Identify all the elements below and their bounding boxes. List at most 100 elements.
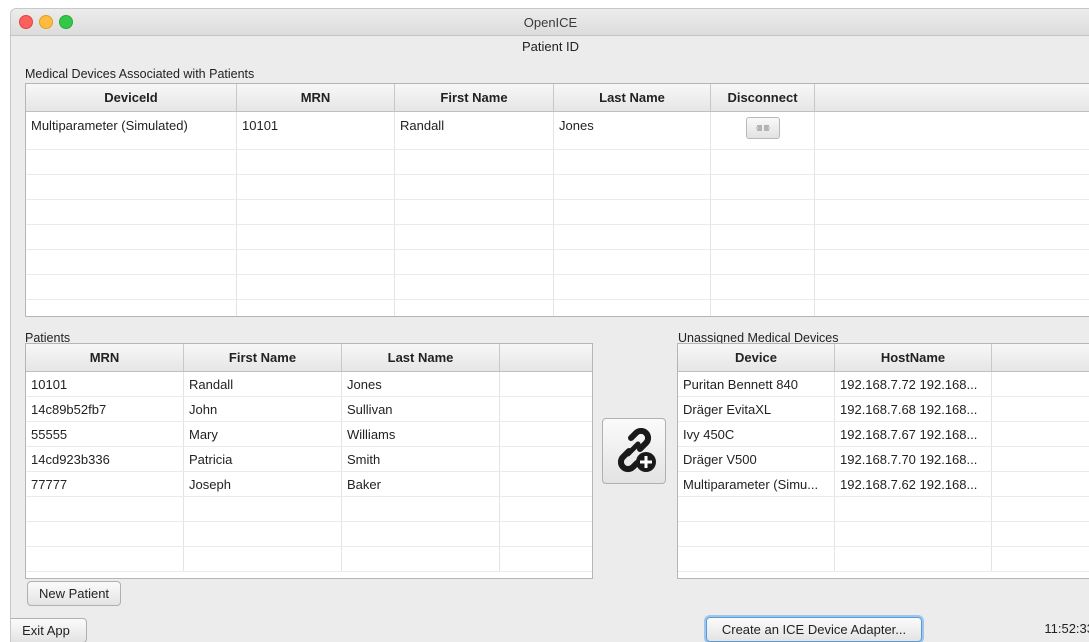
- empty-cell: [815, 225, 1089, 249]
- associated-devices-label: Medical Devices Associated with Patients: [25, 67, 255, 81]
- table-row[interactable]: Multiparameter (Simulated) 10101 Randall…: [26, 112, 1089, 150]
- table-header: DeviceId MRN First Name Last Name Discon…: [26, 84, 1089, 112]
- cell-last-name: [342, 497, 500, 521]
- cell-hostname: 192.168.7.68 192.168...: [835, 397, 992, 421]
- empty-cell: [237, 200, 395, 224]
- empty-row: [678, 547, 1089, 572]
- cell-device: [678, 522, 835, 546]
- column-header-first-name[interactable]: First Name: [184, 344, 342, 371]
- empty-cell: [26, 275, 237, 299]
- empty-cell: [237, 225, 395, 249]
- cell-first-name: Randall: [395, 112, 554, 149]
- cell-device: Multiparameter (Simu...: [678, 472, 835, 496]
- cell-first-name: [184, 497, 342, 521]
- cell-mrn: 10101: [237, 112, 395, 149]
- column-header-last-name[interactable]: Last Name: [342, 344, 500, 371]
- cell-first-name: [184, 547, 342, 571]
- empty-row: [26, 497, 592, 522]
- column-header-disconnect[interactable]: Disconnect: [711, 84, 815, 111]
- cell-mrn: 14cd923b336: [26, 447, 184, 471]
- cell-filler: [500, 497, 592, 521]
- exit-app-button[interactable]: Exit App: [11, 618, 87, 642]
- column-header-filler: [500, 344, 592, 371]
- table-row[interactable]: 10101 Randall Jones: [26, 372, 592, 397]
- empty-row: [26, 522, 592, 547]
- app-window: OpenICE Patient ID Medical Devices Assoc…: [10, 8, 1089, 642]
- cell-first-name: Mary: [184, 422, 342, 446]
- empty-cell: [815, 200, 1089, 224]
- empty-cell: [395, 225, 554, 249]
- column-header-deviceid[interactable]: DeviceId: [26, 84, 237, 111]
- empty-row: [26, 275, 1089, 300]
- column-header-last-name[interactable]: Last Name: [554, 84, 711, 111]
- cell-hostname: [835, 497, 992, 521]
- table-row[interactable]: 14cd923b336 Patricia Smith: [26, 447, 592, 472]
- cell-last-name: Jones: [554, 112, 711, 149]
- cell-filler: [500, 522, 592, 546]
- empty-row: [26, 150, 1089, 175]
- empty-cell: [237, 175, 395, 199]
- table-row[interactable]: 14c89b52fb7 John Sullivan: [26, 397, 592, 422]
- create-device-adapter-button[interactable]: Create an ICE Device Adapter...: [706, 617, 922, 642]
- cell-filler: [992, 397, 1089, 421]
- link-plus-icon: [617, 428, 656, 473]
- cell-last-name: Williams: [342, 422, 500, 446]
- cell-filler: [815, 112, 1089, 149]
- associate-device-button[interactable]: [602, 418, 666, 484]
- table-row[interactable]: 77777 Joseph Baker: [26, 472, 592, 497]
- title-bar: OpenICE: [11, 9, 1089, 36]
- cell-filler: [992, 472, 1089, 496]
- cell-last-name: Jones: [342, 372, 500, 396]
- empty-cell: [711, 275, 815, 299]
- empty-cell: [711, 225, 815, 249]
- cell-filler: [500, 547, 592, 571]
- empty-cell: [711, 175, 815, 199]
- empty-cell: [815, 150, 1089, 174]
- empty-cell: [815, 300, 1089, 316]
- column-header-first-name[interactable]: First Name: [395, 84, 554, 111]
- empty-row: [678, 522, 1089, 547]
- empty-row: [678, 497, 1089, 522]
- empty-cell: [554, 200, 711, 224]
- unassigned-table-body: Puritan Bennett 840 192.168.7.72 192.168.…: [678, 372, 1089, 572]
- table-row[interactable]: 55555 Mary Williams: [26, 422, 592, 447]
- cell-first-name: Randall: [184, 372, 342, 396]
- table-row[interactable]: Dräger V500 192.168.7.70 192.168...: [678, 447, 1089, 472]
- cell-mrn: [26, 522, 184, 546]
- column-header-device[interactable]: Device: [678, 344, 835, 371]
- cell-hostname: 192.168.7.67 192.168...: [835, 422, 992, 446]
- empty-cell: [237, 300, 395, 316]
- cell-mrn: 10101: [26, 372, 184, 396]
- empty-row: [26, 200, 1089, 225]
- cell-device: Ivy 450C: [678, 422, 835, 446]
- cell-mrn: [26, 497, 184, 521]
- new-patient-button[interactable]: New Patient: [27, 581, 121, 606]
- empty-cell: [395, 175, 554, 199]
- empty-cell: [26, 175, 237, 199]
- empty-cell: [711, 300, 815, 316]
- empty-cell: [395, 275, 554, 299]
- cell-hostname: [835, 547, 992, 571]
- cell-device: Multiparameter (Simulated): [26, 112, 237, 149]
- table-row[interactable]: Dräger EvitaXL 192.168.7.68 192.168...: [678, 397, 1089, 422]
- cell-filler: [500, 472, 592, 496]
- column-header-mrn[interactable]: MRN: [237, 84, 395, 111]
- empty-cell: [26, 225, 237, 249]
- column-header-filler: [815, 84, 1089, 111]
- column-header-mrn[interactable]: MRN: [26, 344, 184, 371]
- cell-filler: [500, 422, 592, 446]
- table-row[interactable]: Ivy 450C 192.168.7.67 192.168...: [678, 422, 1089, 447]
- empty-cell: [26, 200, 237, 224]
- cell-last-name: [342, 547, 500, 571]
- table-row[interactable]: Multiparameter (Simu... 192.168.7.62 192.…: [678, 472, 1089, 497]
- cell-filler: [500, 447, 592, 471]
- unassigned-devices-table: Device HostName Puritan Bennett 840 192.1…: [677, 343, 1089, 579]
- column-header-hostname[interactable]: HostName: [835, 344, 992, 371]
- cell-filler: [992, 547, 1089, 571]
- disconnect-button[interactable]: [745, 117, 780, 139]
- cell-hostname: [835, 522, 992, 546]
- empty-cell: [395, 250, 554, 274]
- clock-label: 11:52:33: [1044, 621, 1089, 636]
- table-row[interactable]: Puritan Bennett 840 192.168.7.72 192.168.…: [678, 372, 1089, 397]
- empty-row: [26, 250, 1089, 275]
